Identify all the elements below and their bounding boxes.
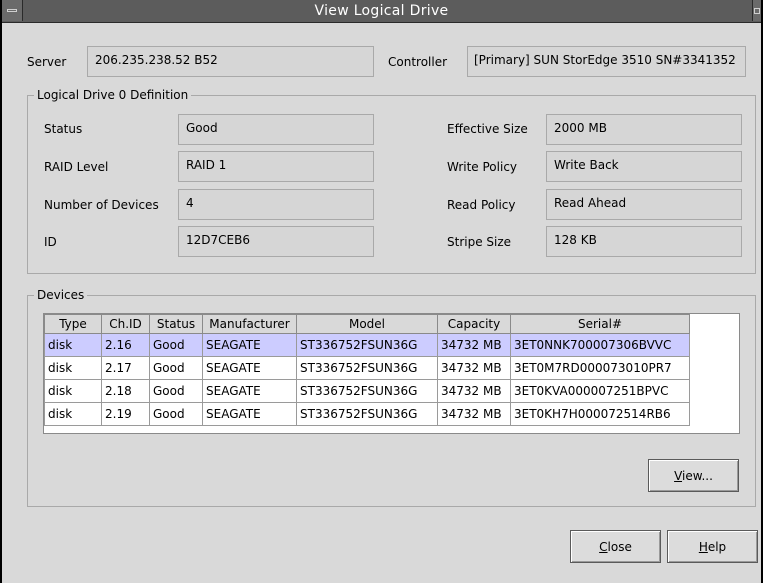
number-of-devices-label: Number of Devices <box>44 198 159 212</box>
write-policy-field: Write Back <box>546 151 742 182</box>
column-header-capacity[interactable]: Capacity <box>437 314 511 334</box>
definition-group-title: Logical Drive 0 Definition <box>34 88 192 102</box>
cell-status: Good <box>149 379 203 403</box>
raid-level-label: RAID Level <box>44 160 109 174</box>
view-button-mnemonic: V <box>674 469 683 483</box>
cell-chid: 2.18 <box>101 379 150 403</box>
read-policy-label: Read Policy <box>447 198 516 212</box>
cell-serial: 3ET0KH7H000072514RB6 <box>510 402 690 426</box>
raid-level-field: RAID 1 <box>178 151 374 182</box>
number-of-devices-field: 4 <box>178 189 374 220</box>
controller-label: Controller <box>388 55 448 69</box>
view-button-label: iew... <box>682 469 713 483</box>
status-field: Good <box>178 114 374 145</box>
cell-model: ST336752FSUN36G <box>296 379 438 403</box>
effective-size-label: Effective Size <box>447 122 528 136</box>
maximize-icon <box>754 8 760 14</box>
stripe-size-field: 128 KB <box>546 226 742 257</box>
title-bar[interactable]: View Logical Drive <box>2 0 761 23</box>
write-policy-label: Write Policy <box>447 160 518 174</box>
cell-model: ST336752FSUN36G <box>296 356 438 380</box>
cell-type: disk <box>44 333 102 357</box>
view-logical-drive-dialog: View Logical Drive Server 206.235.238.52… <box>0 0 763 583</box>
cell-model: ST336752FSUN36G <box>296 402 438 426</box>
cell-chid: 2.17 <box>101 356 150 380</box>
view-button[interactable]: View... <box>648 459 739 492</box>
server-label: Server <box>27 55 67 69</box>
cell-status: Good <box>149 333 203 357</box>
cell-type: disk <box>44 402 102 426</box>
devices-table-header: Type Ch.ID Status Manufacturer Model Cap… <box>44 314 690 334</box>
devices-group-title: Devices <box>34 288 88 302</box>
cell-capacity: 34732 MB <box>437 356 511 380</box>
read-policy-field: Read Ahead <box>546 189 742 220</box>
id-field: 12D7CEB6 <box>178 226 374 257</box>
column-header-manufacturer[interactable]: Manufacturer <box>202 314 297 334</box>
help-button[interactable]: Help <box>667 530 758 563</box>
cell-chid: 2.19 <box>101 402 150 426</box>
column-header-model[interactable]: Model <box>296 314 438 334</box>
cell-status: Good <box>149 356 203 380</box>
close-button-label: lose <box>607 540 632 554</box>
status-label: Status <box>44 122 83 136</box>
window-control-button[interactable] <box>752 0 761 21</box>
column-header-serial[interactable]: Serial# <box>510 314 690 334</box>
close-button[interactable]: Close <box>570 530 661 563</box>
cell-chid: 2.16 <box>101 333 150 357</box>
cell-serial: 3ET0NNK700007306BVVC <box>510 333 690 357</box>
help-button-label: elp <box>707 540 727 554</box>
table-row[interactable]: disk 2.19 Good SEAGATE ST336752FSUN36G 3… <box>44 402 690 426</box>
close-button-mnemonic: C <box>599 540 608 554</box>
cell-manufacturer: SEAGATE <box>202 402 297 426</box>
devices-table: Type Ch.ID Status Manufacturer Model Cap… <box>44 314 690 426</box>
stripe-size-label: Stripe Size <box>447 235 512 249</box>
cell-model: ST336752FSUN36G <box>296 333 438 357</box>
column-header-chid[interactable]: Ch.ID <box>101 314 150 334</box>
cell-type: disk <box>44 379 102 403</box>
cell-type: disk <box>44 356 102 380</box>
cell-status: Good <box>149 402 203 426</box>
controller-field: [Primary] SUN StorEdge 3510 SN#3341352 <box>467 46 746 77</box>
column-header-type[interactable]: Type <box>44 314 102 334</box>
column-header-status[interactable]: Status <box>149 314 203 334</box>
help-button-mnemonic: H <box>698 540 708 554</box>
id-label: ID <box>44 235 57 249</box>
table-row[interactable]: disk 2.17 Good SEAGATE ST336752FSUN36G 3… <box>44 356 690 380</box>
server-field: 206.235.238.52 B52 <box>87 46 374 77</box>
cell-capacity: 34732 MB <box>437 379 511 403</box>
cell-serial: 3ET0M7RD000073010PR7 <box>510 356 690 380</box>
cell-manufacturer: SEAGATE <box>202 379 297 403</box>
cell-manufacturer: SEAGATE <box>202 333 297 357</box>
cell-manufacturer: SEAGATE <box>202 356 297 380</box>
cell-capacity: 34732 MB <box>437 402 511 426</box>
table-row[interactable]: disk 2.18 Good SEAGATE ST336752FSUN36G 3… <box>44 379 690 403</box>
cell-serial: 3ET0KVA000007251BPVC <box>510 379 690 403</box>
cell-capacity: 34732 MB <box>437 333 511 357</box>
table-row[interactable]: disk 2.16 Good SEAGATE ST336752FSUN36G 3… <box>44 333 690 357</box>
effective-size-field: 2000 MB <box>546 114 742 145</box>
window-title: View Logical Drive <box>314 3 449 19</box>
